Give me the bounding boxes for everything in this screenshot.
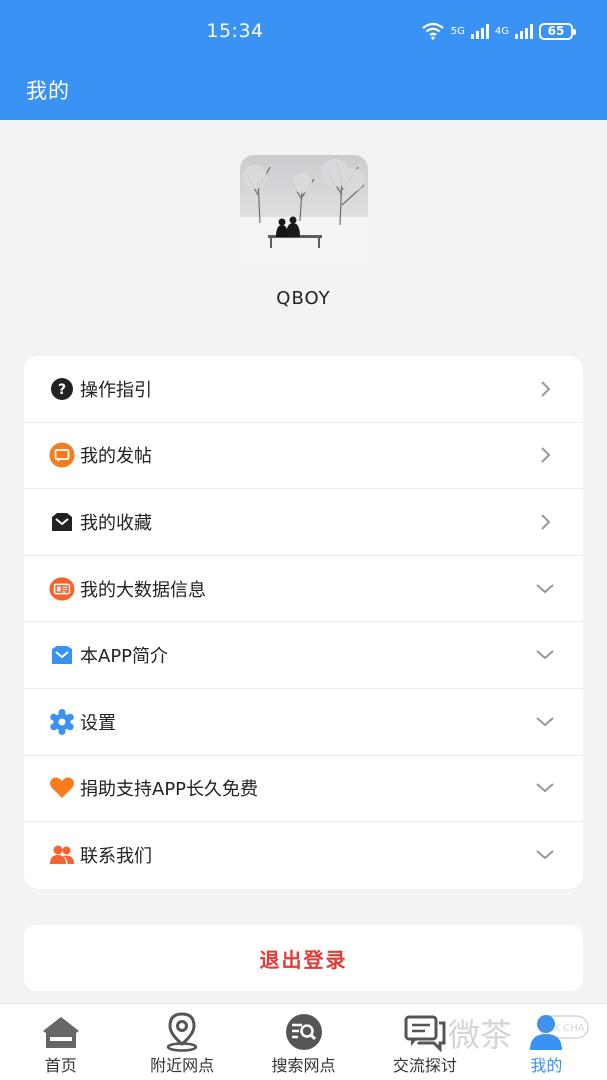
menu-item-label: 我的收藏 [80,512,152,534]
chevron-down-icon [536,650,554,660]
avatar[interactable] [240,155,368,266]
username: QBOY [276,288,331,309]
tab-label: 交流探讨 [392,1056,457,1075]
tab-search[interactable]: 搜索网点 [243,1004,364,1080]
chevron-down-icon [536,583,554,593]
heart-icon [49,775,75,801]
menu-item-about-app[interactable]: 本APP简介 [24,622,583,689]
menu-item-donate[interactable]: 捐助支持APP长久免费 [24,756,583,823]
tab-discussion[interactable]: 交流探讨 [364,1004,485,1080]
gear-icon [49,708,75,735]
wifi-icon [422,22,444,40]
tab-label: 搜索网点 [271,1056,336,1075]
signal-icon [470,23,489,39]
bottom-tab-bar: 首页 附近网点 搜索网点 交流探讨 我的 [0,1003,607,1080]
menu-item-settings[interactable]: 设置 [24,689,583,756]
contacts-icon [49,842,75,868]
svg-text:?: ? [58,382,66,398]
location-pin-icon [166,1012,198,1052]
menu-item-label: 我的发帖 [80,446,152,468]
tab-label: 我的 [530,1056,563,1075]
tab-nearby[interactable]: 附近网点 [121,1004,242,1080]
menu-item-big-data[interactable]: 我的大数据信息 [24,556,583,623]
collection-box-icon [49,509,75,535]
tab-label: 首页 [44,1056,77,1075]
chevron-down-icon [536,850,554,860]
id-card-icon [49,576,75,602]
menu-item-label: 操作指引 [80,379,152,401]
menu-item-label: 联系我们 [80,846,152,868]
signal-icon-2 [515,23,533,39]
battery-icon: 65 [539,22,576,40]
menu-card: ? 操作指引 我的发帖 我的收藏 我的大数据信息 本APP简介 设置 捐助支持A… [24,356,583,889]
chat-bubble-icon [49,442,75,468]
menu-item-contact[interactable]: 联系我们 [24,822,583,889]
chevron-right-icon [541,514,551,530]
chevron-right-icon [541,447,551,464]
page-title: 我的 [26,79,70,103]
home-icon [42,1017,79,1048]
network-4g-label: 4G [494,25,509,37]
question-circle-icon: ? [49,376,75,402]
network-5g-label: 5G [450,25,465,37]
tab-home[interactable]: 首页 [0,1004,121,1080]
status-icons: 5G 4G 65 [421,20,576,42]
header-bar: 15:34 5G 4G 65 我的 [0,0,607,120]
menu-item-label: 本APP简介 [80,646,169,668]
chevron-down-icon [536,783,554,793]
chat-icon [404,1015,446,1052]
menu-item-guide[interactable]: ? 操作指引 [24,356,583,423]
info-box-icon [49,642,75,668]
menu-item-favorites[interactable]: 我的收藏 [24,489,583,556]
menu-item-label: 设置 [80,712,116,734]
chevron-down-icon [536,717,554,727]
menu-item-my-posts[interactable]: 我的发帖 [24,423,583,490]
tab-mine[interactable]: 我的 [486,1004,607,1080]
menu-item-label: 我的大数据信息 [80,579,206,601]
search-list-icon [285,1014,322,1050]
menu-item-label: 捐助支持APP长久免费 [80,779,259,801]
user-icon [530,1015,563,1050]
status-time: 15:34 [206,20,264,42]
chevron-right-icon [541,381,551,397]
tab-label: 附近网点 [150,1056,215,1075]
logout-button[interactable]: 退出登录 [24,925,583,991]
